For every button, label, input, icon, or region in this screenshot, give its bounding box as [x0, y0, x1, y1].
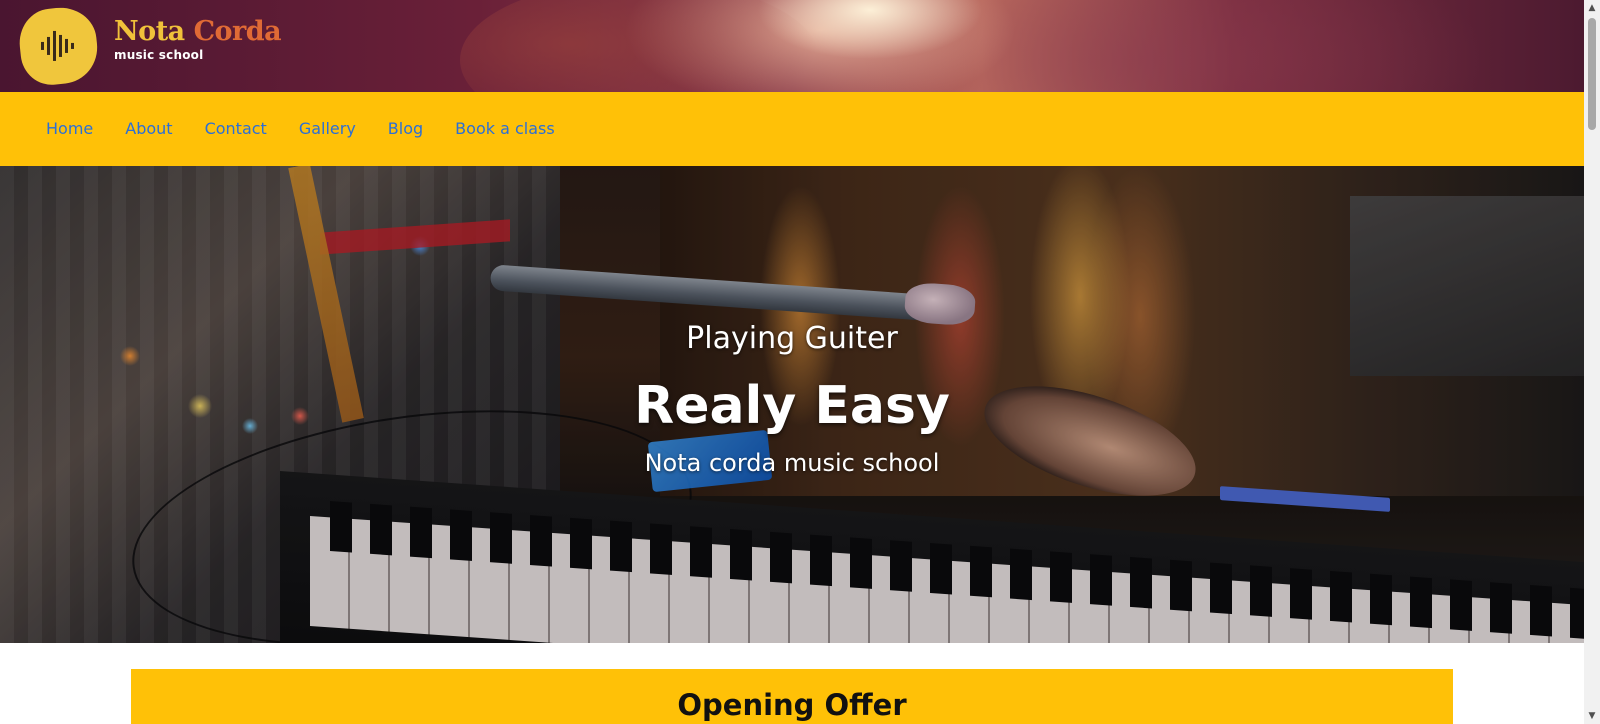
nav-item-gallery[interactable]: Gallery — [283, 92, 372, 166]
logo-badge[interactable] — [16, 4, 101, 88]
scroll-down-icon[interactable]: ▼ — [1584, 708, 1600, 724]
brand-title: Nota Corda — [114, 16, 282, 47]
hero-subtitle: Playing Guiter — [686, 321, 898, 356]
nav-item-about[interactable]: About — [109, 92, 188, 166]
opening-offer-section: Opening Offer — [131, 669, 1453, 724]
nav-item-blog[interactable]: Blog — [372, 92, 439, 166]
hero-text: Playing Guiter Realy Easy Nota corda mus… — [0, 166, 1584, 643]
header-background-decor — [460, 0, 820, 92]
nav-item-home[interactable]: Home — [30, 92, 109, 166]
brand-name[interactable]: Nota Corda music school — [114, 16, 282, 62]
hero-title: Realy Easy — [634, 376, 950, 436]
page: Nota Corda music school Home About Conta… — [0, 0, 1584, 724]
page-scrollbar[interactable]: ▲ ▼ — [1584, 0, 1600, 724]
brand-tagline: music school — [114, 48, 204, 62]
soundwave-icon — [40, 31, 74, 61]
opening-offer-title: Opening Offer — [677, 688, 907, 722]
hero-banner: Playing Guiter Realy Easy Nota corda mus… — [0, 166, 1584, 643]
nav-item-book-a-class[interactable]: Book a class — [439, 92, 571, 166]
nav-item-contact[interactable]: Contact — [189, 92, 283, 166]
scroll-up-icon[interactable]: ▲ — [1584, 0, 1600, 16]
brand-title-part1: Nota — [114, 16, 185, 47]
scroll-thumb[interactable] — [1588, 18, 1596, 130]
main-nav: Home About Contact Gallery Blog Book a c… — [0, 92, 1584, 166]
hero-caption: Nota corda music school — [644, 449, 940, 477]
site-header: Nota Corda music school — [0, 0, 1584, 92]
brand-title-part2: Corda — [193, 16, 282, 47]
